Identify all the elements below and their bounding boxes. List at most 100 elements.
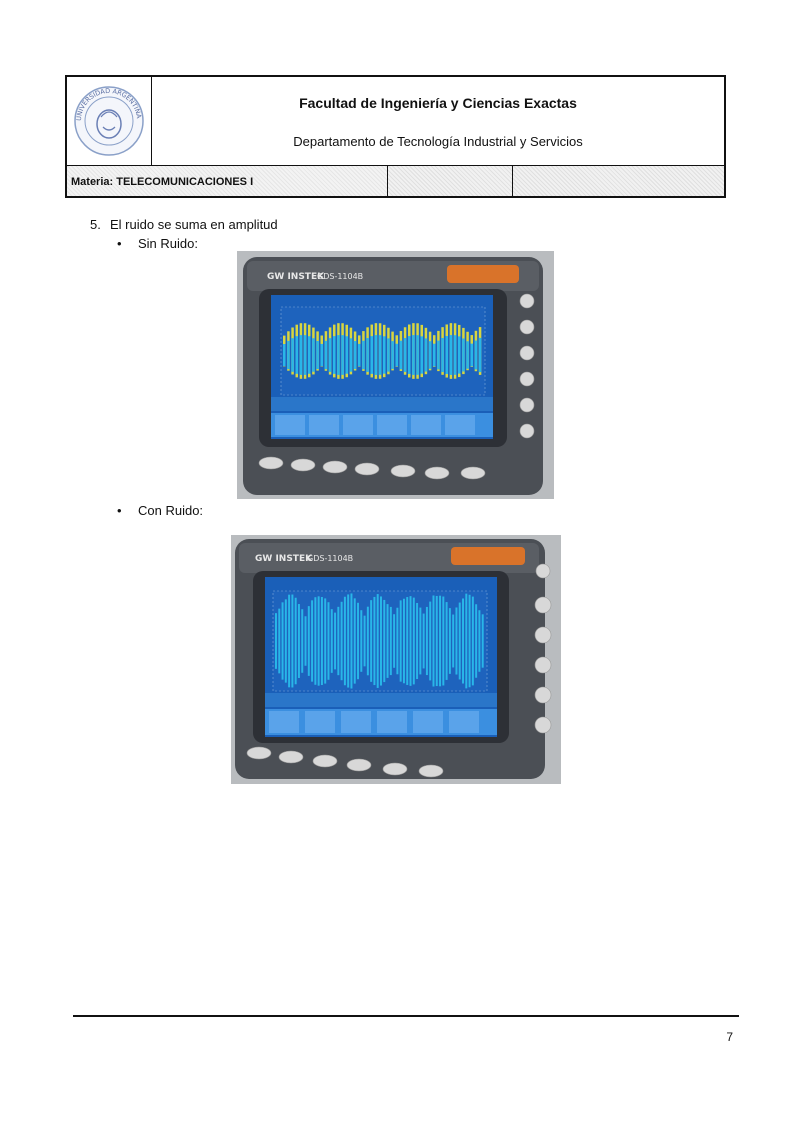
waveform-segment [408,336,411,374]
waveform-segment [298,604,300,678]
footer-rule [73,1015,739,1017]
waveform-segment [458,336,461,373]
waveform-segment [321,344,324,366]
waveform-segment [291,338,294,372]
waveform-segment [312,338,315,371]
waveform-segment [472,597,474,686]
waveform-segment [393,614,395,668]
waveform-segment [295,598,297,685]
waveform-segment [446,602,448,680]
waveform-segment [454,335,457,375]
empty-cell-c [513,166,724,196]
waveform-segment [370,600,372,682]
waveform-segment [426,607,428,675]
waveform-segment [462,598,464,683]
waveform-segment [357,603,359,679]
university-seal-icon: UNIVERSIDAD ARGENTINA DE LA EMPRESA [67,77,152,165]
waveform-segment [387,338,390,371]
waveform-segment [442,597,444,686]
waveform-segment [347,594,349,687]
waveform-segment [433,595,435,686]
waveform-segment [433,344,436,367]
waveform-segment [291,595,293,688]
waveform-segment [466,341,469,368]
waveform-segment [318,596,320,685]
waveform-segment [400,600,402,681]
waveform-segment [325,341,328,369]
header-table: UNIVERSIDAD ARGENTINA DE LA EMPRESA Facu… [65,75,726,198]
faculty-title: Facultad de Ingeniería y Ciencias Exacta… [152,95,724,111]
waveform-segment [396,344,399,366]
waveform-segment [287,341,290,369]
waveform-segment [344,597,346,686]
waveform-segment [308,606,310,676]
waveform-segment [316,341,319,369]
waveform-segment [285,599,287,682]
waveform-segment [328,602,330,680]
bullet-marker: • [117,503,122,518]
bullet-marker: • [117,236,122,251]
waveform-segment [406,597,408,685]
waveform-segment [278,609,280,674]
waveform-segment [441,338,444,372]
waveform-segment [383,600,385,682]
waveform-segment [377,594,379,688]
waveform-segment [450,335,453,375]
waveform-segment [337,607,339,675]
waveform-segment [354,598,356,683]
waveform-segment [331,609,333,673]
waveform-segment [421,336,424,373]
waveform-segment [321,597,323,685]
department-subtitle: Departamento de Tecnología Industrial y … [152,134,724,149]
item-heading: El ruido se suma en amplitud [110,217,278,232]
waveform-segment [305,616,307,665]
waveform-segment [308,336,311,374]
waveform-segment [404,338,407,372]
waveform-segment [446,336,449,374]
waveform-segment [383,336,386,373]
waveform-segment [439,596,441,687]
waveform-segment [391,341,394,369]
waveform-segment [371,336,374,374]
waveform-segment [329,338,332,372]
bullet-sin-ruido: Sin Ruido: [138,236,198,251]
waveform-segment [400,341,403,370]
waveform-segment [413,598,415,685]
scope-model-label: GDS-1104B [317,272,363,281]
waveform-segment [350,593,352,688]
waveform-segment [379,335,382,375]
scope-brand-label: GW INSTEK [255,554,313,564]
waveform-segment [479,338,482,372]
waveform-segment [465,594,467,689]
waveform-segment [334,613,336,670]
oscilloscope-photo-sin-ruido: GW INSTEK GDS-1104B [237,251,554,499]
waveform-segment [367,607,369,676]
waveform-segment [360,610,362,672]
waveform-segment [341,335,344,375]
waveform-segment [364,616,366,667]
waveform-segment [283,344,286,366]
waveform-segment [341,602,343,680]
subject-row: Materia: TELECOMUNICACIONES I [67,165,724,196]
waveform-segment [314,597,316,685]
waveform-segment [403,599,405,684]
waveform-segment [300,335,303,375]
waveform-segment [354,341,357,369]
waveform-segment [469,595,471,687]
waveform-segment [296,336,299,374]
waveform-segment [471,344,474,367]
waveform-segment [288,595,290,688]
waveform-segment [410,596,412,686]
waveform-segment [311,600,313,681]
waveform-segment [459,603,461,680]
waveform-segment [412,335,415,375]
waveform-segment [390,607,392,675]
waveform-segment [416,335,419,375]
waveform-segment [455,607,457,674]
waveform-segment [366,338,369,372]
waveform-segment [475,341,478,370]
waveform-segment [282,602,284,679]
waveform-segment [425,338,428,371]
page-number: 7 [726,1030,733,1044]
title-cell: Facultad de Ingeniería y Ciencias Exacta… [152,77,724,165]
